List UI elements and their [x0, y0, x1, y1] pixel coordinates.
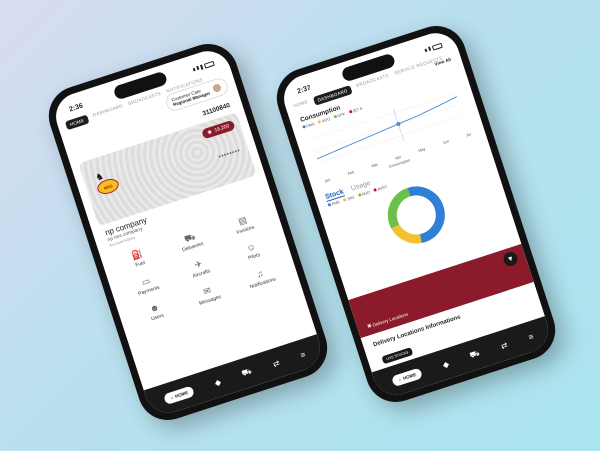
menu-item-payments[interactable]: ▭ Payments	[118, 268, 176, 302]
donut-slice-ago[interactable]	[386, 187, 418, 229]
menu-label: Notifications	[248, 276, 277, 291]
menu-item-users[interactable]: ☻ Users	[127, 295, 185, 329]
menu-item-invoices[interactable]: ▤ Invoices	[215, 207, 273, 241]
donut-slice-pms[interactable]	[406, 185, 447, 243]
nav-home-label: HOME	[174, 389, 189, 399]
x-tick: Apr	[394, 154, 402, 161]
x-tick: Jun	[442, 139, 450, 146]
signal-bar	[428, 46, 432, 51]
menu-label: Pilots	[247, 252, 261, 262]
home-icon: ⌂	[169, 394, 174, 400]
fuel-drop-icon[interactable]: ◆	[213, 377, 222, 387]
menu-label: Users	[150, 312, 165, 323]
menu-item-deliveries[interactable]: ⛟ Deliveries	[162, 224, 220, 258]
nav-home-label: HOME	[402, 371, 417, 381]
battery-icon	[431, 42, 443, 51]
tab-dashboard[interactable]: DASHBOARD	[92, 103, 124, 121]
balance-badge: ◉ 16,200	[201, 119, 236, 140]
signal-bar	[196, 65, 200, 71]
x-tick: Jul	[465, 132, 472, 138]
signal-icon	[424, 48, 428, 52]
wallet-icon: ◉	[206, 128, 213, 136]
home-icon: ⌂	[397, 376, 402, 382]
fuel-drop-icon[interactable]: ◆	[441, 359, 450, 369]
menu-item-notifications[interactable]: ♫ Notifications	[232, 261, 290, 295]
x-tick: Jan	[323, 177, 331, 184]
x-tick: Feb	[347, 170, 355, 176]
donut-slice-jag[interactable]	[391, 220, 422, 245]
tab-home[interactable]: HOME	[64, 114, 90, 131]
truck-nav-icon[interactable]: ⛟	[240, 366, 253, 379]
filter-icon: ▼	[506, 254, 515, 264]
nav-home-button[interactable]: ⌂ HOME	[163, 384, 196, 405]
menu-item-messages[interactable]: ✉ Messages	[179, 278, 237, 312]
masked-card-number: ********	[218, 148, 242, 162]
nav-home-button[interactable]: ⌂ HOME	[391, 366, 424, 387]
menu-icon[interactable]: ≡	[527, 332, 534, 342]
balance-value: 16,200	[213, 123, 231, 134]
menu-label: Fuel	[134, 259, 146, 269]
fuel-card[interactable]: ◉ 16,200 ♞ MRS ********	[78, 112, 257, 227]
menu-item-pilots[interactable]: ☺ Pilots	[223, 234, 281, 268]
delivery-locations-label: Delivery Locations	[372, 311, 409, 328]
transfer-icon[interactable]: ⇄	[272, 358, 281, 369]
transfer-icon[interactable]: ⇄	[500, 340, 509, 351]
tab-home[interactable]: HOME	[293, 99, 310, 112]
menu-item-aircrafts[interactable]: ✈ Aircrafts	[171, 251, 229, 285]
signal-bar	[199, 64, 204, 70]
menu-item-fuel[interactable]: ⛽ Fuel	[109, 242, 167, 276]
avatar[interactable]	[210, 81, 224, 95]
truck-nav-icon[interactable]: ⛟	[468, 348, 481, 361]
signal-icon	[192, 67, 196, 71]
battery-icon	[203, 60, 215, 69]
x-tick: Mar	[371, 162, 379, 169]
menu-icon[interactable]: ≡	[299, 350, 306, 360]
bottom-nav: ⌂ HOME ◆ ⛟ ⇄ ≡	[143, 334, 327, 419]
